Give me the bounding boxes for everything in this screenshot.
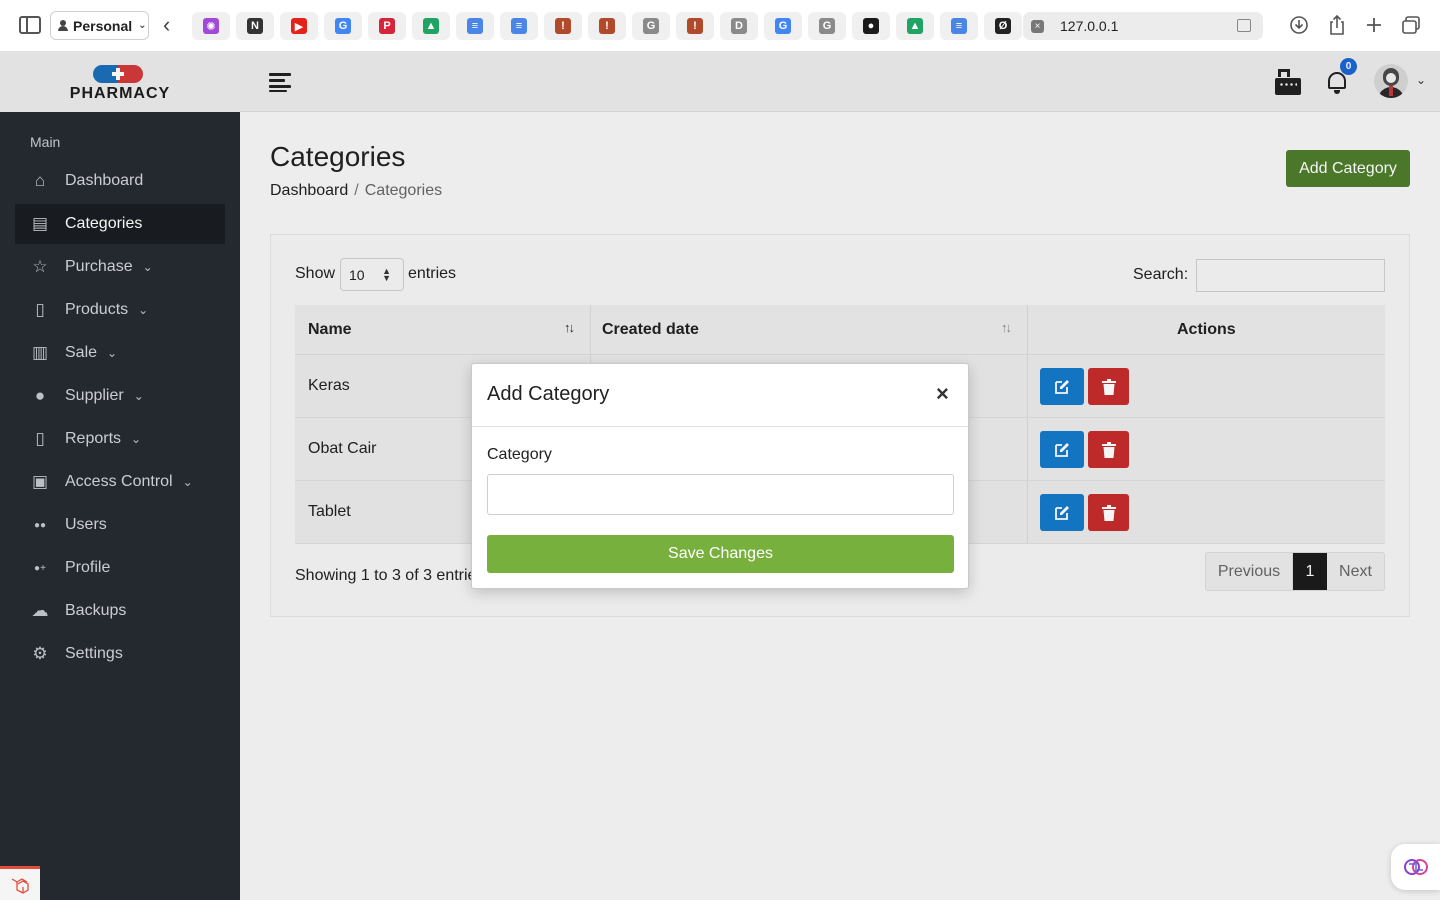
back-button[interactable]: ‹ xyxy=(163,14,170,36)
browser-tab[interactable]: Ø xyxy=(984,12,1022,40)
share-icon[interactable] xyxy=(1326,14,1348,36)
brain-tab-icon: ✺ xyxy=(203,18,219,34)
browser-tab[interactable]: ▲ xyxy=(412,12,450,40)
modal-title: Add Category xyxy=(487,383,610,405)
google-tab-icon-2: G xyxy=(775,18,791,34)
save-changes-button[interactable]: Save Changes xyxy=(487,535,954,573)
slash-tab-icon: Ø xyxy=(995,18,1011,34)
browser-tab[interactable]: G xyxy=(324,12,362,40)
tab-overview-icon[interactable] xyxy=(1400,14,1422,36)
download-icon[interactable] xyxy=(1288,14,1310,36)
g-gray-tab-icon-2: G xyxy=(819,18,835,34)
browser-tab[interactable]: P xyxy=(368,12,406,40)
url-text: 127.0.0.1 xyxy=(1060,18,1119,34)
browser-tab[interactable]: ! xyxy=(588,12,626,40)
browser-toolbar: Personal ⌄ ‹ ✺ N ▶ G P ▲ ≡ ≡!! G! D G G ● ▲ ≡ Ø × 127.0… xyxy=(0,0,1440,52)
browser-tab[interactable]: G xyxy=(632,12,670,40)
chevron-down-icon: ⌄ xyxy=(138,20,147,31)
figure-tab-icon: ! xyxy=(555,18,571,34)
figure-tab-icon-3: ! xyxy=(687,18,703,34)
browser-tab[interactable]: G xyxy=(764,12,802,40)
profile-switcher[interactable]: Personal ⌄ xyxy=(50,11,149,40)
browser-tab[interactable]: ▲ xyxy=(896,12,934,40)
browser-tab[interactable]: G xyxy=(808,12,846,40)
sidebar-toggle-icon[interactable] xyxy=(19,16,41,34)
close-icon[interactable]: × xyxy=(936,383,949,405)
browser-tab[interactable]: ● xyxy=(852,12,890,40)
google-tab-icon: G xyxy=(335,18,351,34)
drive-tab-icon: ▲ xyxy=(423,18,439,34)
new-tab-icon[interactable] xyxy=(1363,14,1385,36)
docs-tab-icon-2: ≡ xyxy=(511,18,527,34)
youtube-tab-icon: ▶ xyxy=(291,18,307,34)
figure-tab-icon-2: ! xyxy=(599,18,615,34)
modal-header: Add Category × xyxy=(472,364,968,427)
browser-tab[interactable]: ! xyxy=(676,12,714,40)
brain-extension-icon[interactable] xyxy=(1391,844,1440,890)
category-field-label: Category xyxy=(487,446,552,463)
browser-tab[interactable]: D xyxy=(720,12,758,40)
browser-tab[interactable]: ▶ xyxy=(280,12,318,40)
docs-tab-icon-3: ≡ xyxy=(951,18,967,34)
browser-tab[interactable]: ≡ xyxy=(940,12,978,40)
drive-tab-icon-2: ▲ xyxy=(907,18,923,34)
pinterest-tab-icon: P xyxy=(379,18,395,34)
notion-tab-icon: N xyxy=(247,18,263,34)
d-gray-tab-icon: D xyxy=(731,18,747,34)
add-category-modal: Add Category × Category Save Changes xyxy=(471,363,969,589)
category-input[interactable] xyxy=(487,474,954,515)
browser-tab[interactable]: N xyxy=(236,12,274,40)
g-gray-tab-icon: G xyxy=(643,18,659,34)
browser-tab[interactable]: ! xyxy=(544,12,582,40)
browser-tab[interactable]: ≡ xyxy=(500,12,538,40)
github-tab-icon: ● xyxy=(863,18,879,34)
browser-tab[interactable]: ≡ xyxy=(456,12,494,40)
profile-name: Personal xyxy=(73,17,133,34)
close-tab-icon[interactable]: × xyxy=(1031,19,1044,33)
docs-tab-icon: ≡ xyxy=(467,18,483,34)
browser-tab[interactable]: ✺ xyxy=(192,12,230,40)
address-bar[interactable]: × 127.0.0.1 xyxy=(1023,12,1263,40)
person-icon xyxy=(58,19,68,32)
reader-icon[interactable] xyxy=(1237,19,1251,32)
